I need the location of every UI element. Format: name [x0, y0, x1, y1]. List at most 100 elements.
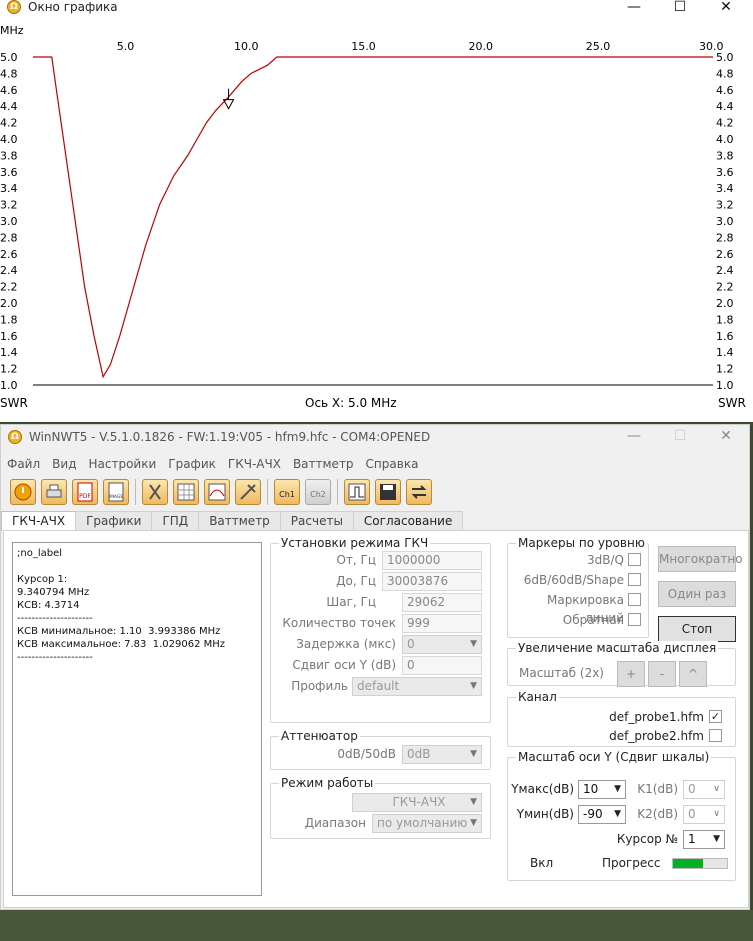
y-tick-label-left: 2.8	[0, 231, 18, 244]
cursor-label: Курсор №	[616, 832, 678, 846]
toolbar: PDF IMAGE Ch1 Ch2	[10, 477, 437, 507]
maximize-button[interactable]: ☐	[657, 429, 703, 443]
minimize-button[interactable]: —	[611, 0, 657, 14]
app-logo-icon: Ω	[7, 0, 21, 14]
db-scale-button[interactable]	[204, 479, 230, 505]
points-input[interactable]: 999	[402, 614, 482, 633]
k1-select[interactable]: 0 ∨	[683, 780, 725, 799]
maximize-button[interactable]: ☐	[657, 0, 703, 14]
attenuator-select[interactable]: 0dB ▼	[402, 745, 482, 764]
inverse-checkbox[interactable]	[628, 613, 641, 626]
menu-wattmeter[interactable]: Ваттметр	[287, 455, 360, 473]
menu-sweep[interactable]: ГКЧ-АЧХ	[222, 455, 287, 473]
main-window-title: WinNWT5 - V.5.1.0.1826 - FW:1.19:V05 - h…	[29, 430, 431, 444]
zoom-reset-button[interactable]: ^	[679, 661, 707, 687]
tab-calculations[interactable]: Расчеты	[279, 511, 354, 531]
close-button[interactable]: ✕	[703, 0, 749, 14]
chevron-down-icon: ∨	[713, 809, 720, 819]
svg-text:PDF: PDF	[79, 493, 91, 500]
ch2-icon: Ch2	[310, 490, 326, 499]
inverse-label: Обратная	[562, 613, 624, 627]
zoom-label: Масштаб (2x)	[519, 666, 604, 680]
delay-select[interactable]: 0 ▼	[402, 635, 482, 654]
close-button[interactable]: ✕	[703, 429, 749, 443]
cursor-value: 1	[688, 832, 696, 846]
grid-button[interactable]	[173, 479, 199, 505]
main-window: Ω WinNWT5 - V.5.1.0.1826 - FW:1.19:V05 -…	[0, 424, 750, 910]
y-tick-label-right: 1.4	[716, 346, 734, 359]
mode-select[interactable]: ГКЧ-АЧХ ▼	[352, 793, 482, 812]
chevron-down-icon: ▼	[713, 834, 720, 844]
channel1-button[interactable]: Ch1	[274, 479, 300, 505]
power-button[interactable]	[10, 479, 36, 505]
tab-graphs[interactable]: Графики	[75, 511, 153, 531]
zoom-out-button[interactable]: -	[648, 661, 676, 687]
menu-help[interactable]: Справка	[360, 455, 425, 473]
cursor-select[interactable]: 1 ▼	[683, 830, 725, 849]
probe1-checkbox[interactable]: ✓	[709, 710, 722, 723]
print-button[interactable]	[41, 479, 67, 505]
channel2-button[interactable]: Ch2	[305, 479, 331, 505]
repeat-button[interactable]: Многократно	[658, 546, 743, 572]
marker-3db-checkbox[interactable]	[628, 553, 641, 566]
save-button[interactable]	[375, 479, 401, 505]
y-tick-label-right: 4.0	[716, 133, 734, 146]
y-tick-label-left: 2.6	[0, 248, 18, 261]
x-tick-label: 10.0	[234, 40, 259, 53]
db-curve-icon	[208, 483, 226, 501]
group-title: Режим работы	[279, 776, 376, 790]
ymax-select[interactable]: 10 ▼	[578, 780, 626, 799]
menu-graph[interactable]: График	[162, 455, 222, 473]
power-icon	[14, 483, 32, 501]
once-button[interactable]: Один раз	[658, 581, 736, 607]
swr-chart[interactable]: MHz5.0 10.0 15.0 20.0 25.0 30.05.0 5.04.8 4.84.…	[0, 18, 753, 420]
tab-wattmeter[interactable]: Ваттметр	[198, 511, 281, 531]
y-tick-label-left: 1.8	[0, 313, 18, 326]
swap-button[interactable]	[406, 479, 432, 505]
probe2-checkbox[interactable]	[709, 729, 722, 742]
marker-6db-checkbox[interactable]	[628, 573, 641, 586]
line-marking-checkbox[interactable]	[628, 593, 641, 606]
to-input[interactable]: 30003876	[382, 572, 482, 591]
pdf-icon: PDF	[77, 482, 93, 502]
menu-bar: Файл Вид Настройки График ГКЧ-АЧХ Ваттме…	[1, 455, 424, 473]
minimize-button[interactable]: —	[611, 429, 657, 443]
from-input[interactable]: 1000000	[382, 551, 482, 570]
k2-label: K2(dB)	[637, 807, 678, 821]
tab-sweep[interactable]: ГКЧ-АЧХ	[1, 511, 77, 531]
tools-button[interactable]	[142, 479, 168, 505]
sweep-button[interactable]	[344, 479, 370, 505]
range-select[interactable]: по умолчанию ▼	[372, 814, 482, 833]
yshift-input[interactable]: 0	[402, 656, 482, 675]
zoom-in-button[interactable]: +	[617, 661, 645, 687]
result-log[interactable]: ;no_label Курсор 1: 9.340794 MHz КСВ: 4.…	[12, 542, 262, 896]
menu-settings[interactable]: Настройки	[82, 455, 162, 473]
menu-view[interactable]: Вид	[46, 455, 82, 473]
export-pdf-button[interactable]: PDF	[72, 479, 98, 505]
y-tick-label-right: 3.6	[716, 166, 734, 179]
generator-settings-group: Установки режима ГКЧ	[270, 536, 491, 723]
calibrate-button[interactable]	[235, 479, 261, 505]
stop-button[interactable]: Стоп	[658, 616, 736, 642]
menu-file[interactable]: Файл	[1, 455, 46, 473]
group-title: Установки режима ГКЧ	[279, 536, 431, 550]
tab-vfo[interactable]: ГПД	[151, 511, 200, 531]
chevron-down-icon: ▼	[470, 681, 477, 691]
profile-select[interactable]: default ▼	[352, 677, 482, 696]
x-tick-label: 5.0	[117, 40, 135, 53]
y-tick-label-right: 3.0	[716, 215, 734, 228]
ymin-select[interactable]: -90 ▼	[578, 805, 626, 824]
toolbar-separator	[267, 479, 268, 505]
step-input[interactable]: 29062	[402, 593, 482, 612]
ch1-icon: Ch1	[279, 490, 295, 499]
svg-text:IMAGE: IMAGE	[109, 494, 124, 500]
x-axis-caption: Ось X: 5.0 MHz	[305, 396, 397, 410]
y-tick-label-right: 3.4	[716, 182, 734, 195]
export-image-button[interactable]: IMAGE	[103, 479, 129, 505]
k2-select[interactable]: 0 ∨	[683, 805, 725, 824]
y-tick-label-right: 2.6	[716, 248, 734, 261]
yshift-label: Сдвиг оси Y (dB)	[292, 658, 396, 672]
chevron-down-icon: ▼	[470, 639, 477, 649]
tab-matching[interactable]: Согласование	[352, 511, 464, 531]
y-tick-label-right: 4.2	[716, 117, 734, 130]
